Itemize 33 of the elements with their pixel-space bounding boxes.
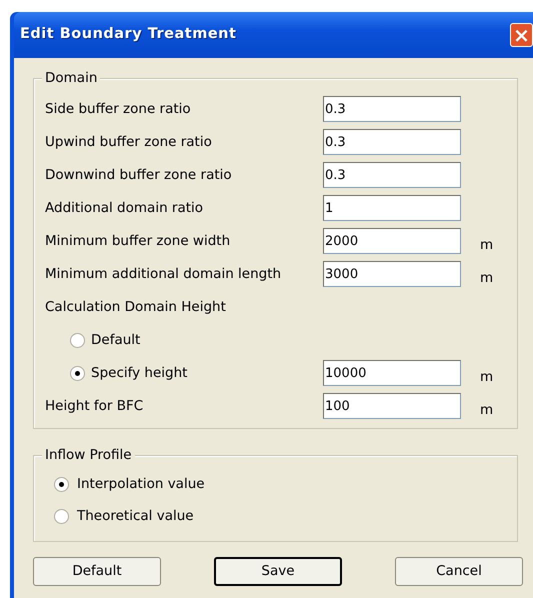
dialog-button[interactable]: Save [214, 557, 342, 586]
radio-label[interactable]: Interpolation value [77, 474, 205, 494]
input-field[interactable]: 100 [323, 393, 461, 419]
field-label: Downwind buffer zone ratio [44, 166, 233, 186]
radio-button[interactable] [70, 333, 85, 348]
field-label: Minimum buffer zone width [44, 232, 232, 252]
input-field[interactable]: 0.3 [323, 96, 461, 122]
field-label: Upwind buffer zone ratio [44, 133, 213, 152]
radio-button[interactable] [54, 476, 69, 492]
input-field[interactable]: 2000 [323, 228, 461, 254]
window-title: Edit Boundary Treatment [20, 25, 236, 44]
field-label: Side buffer zone ratio [44, 100, 192, 120]
radio-button[interactable] [70, 366, 85, 381]
radio-label[interactable]: Specify height [91, 363, 188, 384]
input-field[interactable]: 10000 [323, 360, 461, 386]
input-field[interactable]: 0.3 [323, 162, 461, 188]
unit-label: m [480, 269, 494, 288]
unit-label: m [480, 236, 494, 256]
field-label: Height for BFC [44, 397, 144, 416]
section-label: Calculation Domain Height [44, 298, 227, 318]
field-label: Minimum additional domain length [44, 265, 282, 284]
radio-label[interactable]: Default [91, 330, 140, 351]
input-field[interactable]: 1 [323, 195, 461, 221]
dialog-button[interactable]: Default [33, 557, 161, 586]
radio-label[interactable]: Theoretical value [77, 506, 194, 526]
close-button[interactable]: × [510, 23, 533, 47]
unit-label: m [480, 368, 494, 388]
field-label: Additional domain ratio [44, 199, 204, 218]
radio-button[interactable] [54, 508, 69, 524]
dialog-button[interactable]: Cancel [395, 557, 523, 586]
input-field[interactable]: 3000 [323, 261, 461, 287]
unit-label: m [480, 401, 494, 420]
input-field[interactable]: 0.3 [323, 129, 461, 155]
